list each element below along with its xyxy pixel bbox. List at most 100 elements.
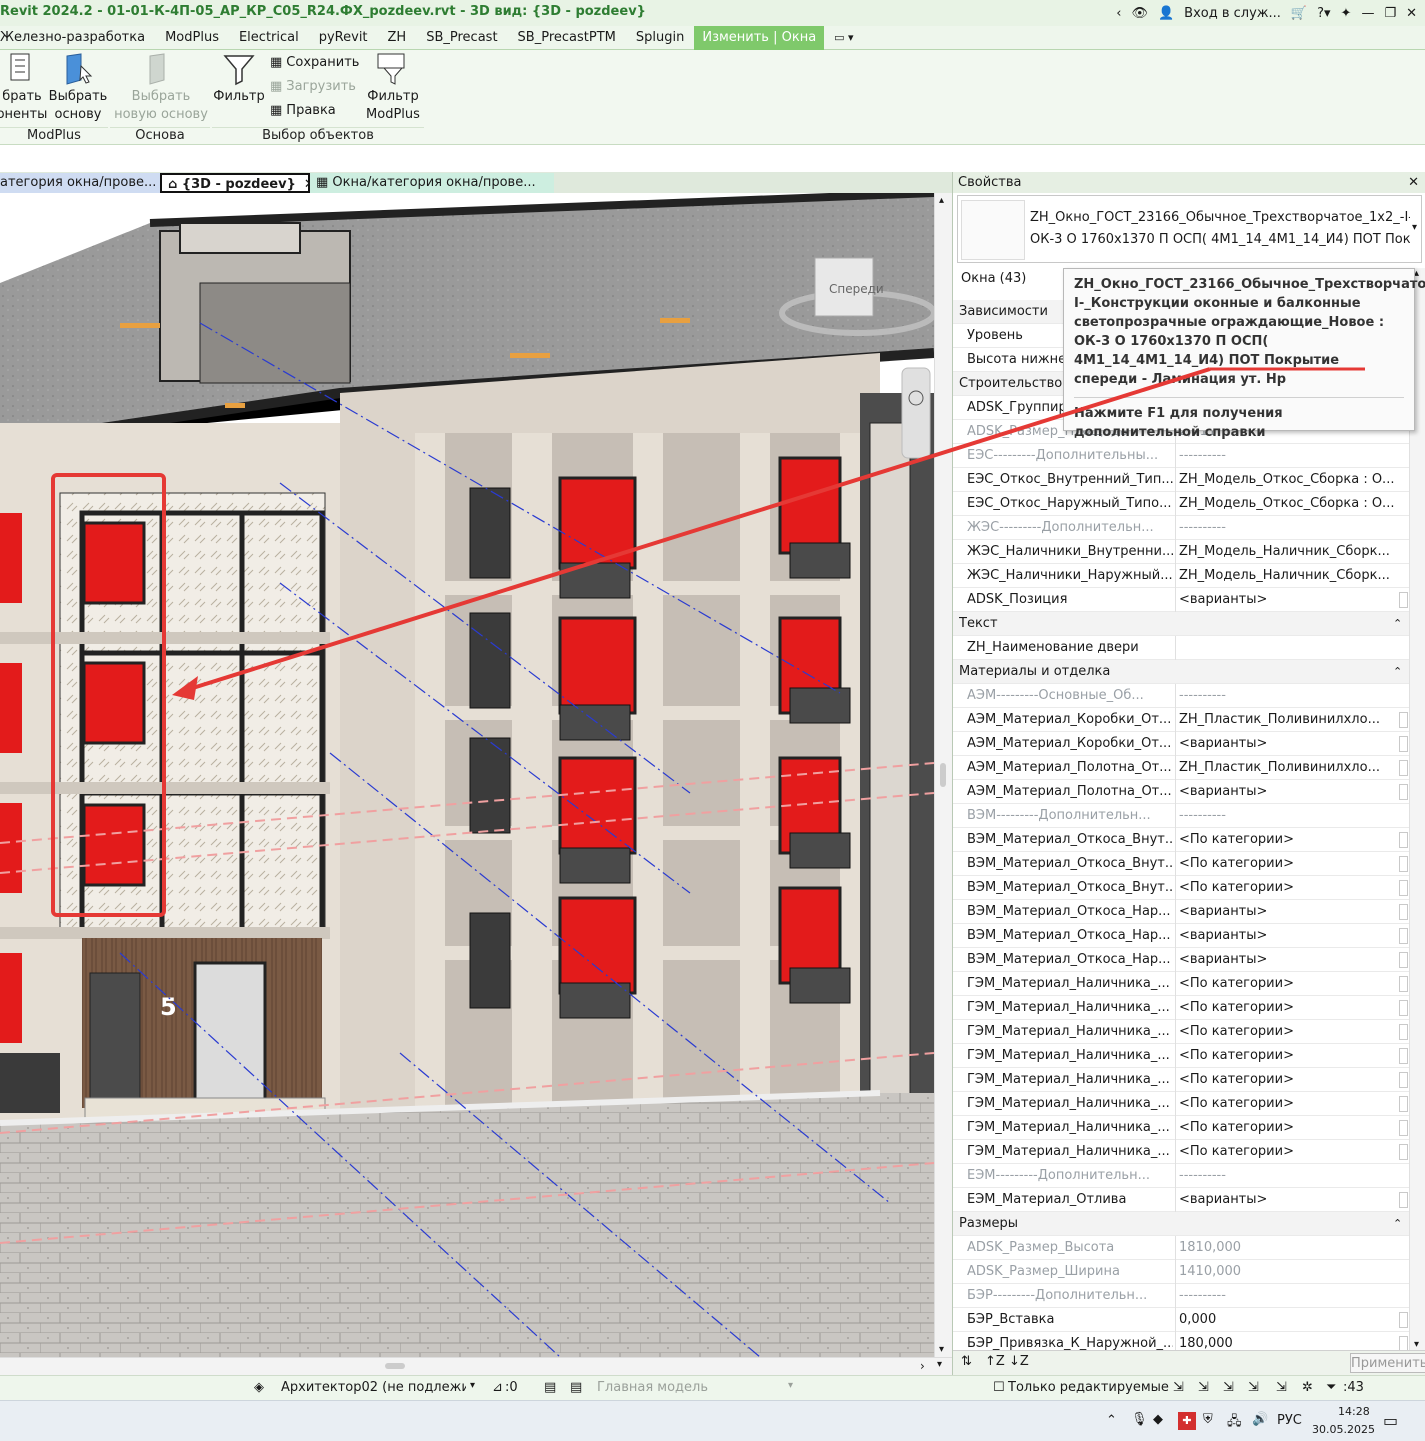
property-value[interactable]: <По категории> <box>1179 876 1399 900</box>
red-tray-icon[interactable]: ✚ <box>1178 1412 1196 1430</box>
edit-value-button[interactable] <box>1399 880 1408 896</box>
scroll-thumb-h[interactable] <box>385 1363 405 1369</box>
property-row[interactable]: ВЭМ_Материал_Откоса_Нар... <варианты> <box>953 948 1409 972</box>
select-pinned-icon[interactable]: ⇲ <box>1223 1380 1234 1395</box>
close-icon[interactable]: ✕ <box>1406 6 1417 21</box>
select-components-button[interactable]: брать оненты <box>0 52 50 124</box>
workset-dropdown-icon[interactable]: ▾ <box>470 1380 475 1391</box>
property-row[interactable]: ADSK_Позиция <варианты> <box>953 588 1409 612</box>
view-tab-schedule-1[interactable]: атегория окна/прове... <box>0 173 160 193</box>
property-group[interactable]: Размеры ⌃ <box>953 1212 1409 1236</box>
edit-value-button[interactable] <box>1399 952 1408 968</box>
edit-selection-button[interactable]: ▦ Правка <box>270 103 336 118</box>
edit-value-button[interactable] <box>1399 928 1408 944</box>
property-row[interactable]: АЭМ_Материал_Коробки_От... ZH_Пластик_Пол… <box>953 708 1409 732</box>
viewport-horizontal-scrollbar[interactable]: › ▾ <box>0 1357 952 1375</box>
type-selector[interactable]: ZH_Окно_ГОСТ_23166_Обычное_Трехстворчато… <box>957 195 1422 263</box>
property-row[interactable]: ZH_Наименование двери <box>953 636 1409 660</box>
property-value[interactable]: <варианты> <box>1179 900 1399 924</box>
property-row[interactable]: ЖЭС---------Дополнительн... ---------- <box>953 516 1409 540</box>
select-host-button[interactable]: Выбрать основу <box>48 52 108 124</box>
property-row[interactable]: ЕЭС---------Дополнительны... ---------- <box>953 444 1409 468</box>
sort-ascending-icon[interactable]: ↑Z <box>985 1354 1005 1369</box>
property-value[interactable]: ZH_Пластик_Поливинилхло... <box>1179 756 1399 780</box>
3d-viewport[interactable]: 5 Спереди <box>0 193 934 1357</box>
property-row[interactable]: ВЭМ_Материал_Откоса_Нар... <варианты> <box>953 900 1409 924</box>
design-options-icon[interactable]: ▤ <box>544 1380 556 1395</box>
property-group[interactable]: Текст ⌃ <box>953 612 1409 636</box>
property-row[interactable]: ЖЭС_Наличники_Внутренни... ZH_Модель_Нали… <box>953 540 1409 564</box>
minimize-icon[interactable]: — <box>1361 6 1374 21</box>
property-value[interactable]: ---------- <box>1179 804 1399 828</box>
volume-icon[interactable]: 🔊 <box>1252 1412 1268 1427</box>
property-value[interactable]: <По категории> <box>1179 1092 1399 1116</box>
navigation-bar[interactable] <box>901 367 931 459</box>
edit-value-button[interactable] <box>1399 1192 1408 1208</box>
binoculars-icon[interactable]: 👁 <box>1131 6 1148 21</box>
network-icon[interactable]: 🖧 <box>1227 1412 1242 1434</box>
model-dropdown-icon[interactable]: ▾ <box>788 1380 793 1391</box>
edit-value-button[interactable] <box>1399 1144 1408 1160</box>
load-selection-button[interactable]: ▦ Загрузить <box>270 79 356 94</box>
edit-value-button[interactable] <box>1399 592 1408 608</box>
property-row[interactable]: ВЭМ---------Дополнительн... ---------- <box>953 804 1409 828</box>
scroll-right-icon[interactable]: › <box>920 1359 925 1373</box>
language-indicator[interactable]: РУС <box>1277 1413 1302 1428</box>
select-underlay-icon[interactable]: ⇲ <box>1198 1380 1209 1395</box>
property-row[interactable]: ЕЭМ---------Дополнительн... ---------- <box>953 1164 1409 1188</box>
property-value[interactable]: <По категории> <box>1179 1116 1399 1140</box>
edit-value-button[interactable] <box>1399 856 1408 872</box>
tab-zh[interactable]: ZH <box>378 26 417 50</box>
only-editable-checkbox[interactable]: ☐ <box>993 1380 1005 1395</box>
scroll-down-corner-icon[interactable]: ▾ <box>937 1359 942 1370</box>
property-value[interactable]: <варианты> <box>1179 924 1399 948</box>
view-tab-schedule-2[interactable]: ▦ Окна/категория окна/прове... <box>310 173 554 193</box>
property-value[interactable]: ---------- <box>1179 684 1399 708</box>
cart-icon[interactable]: 🛒 <box>1291 6 1307 21</box>
close-panel-icon[interactable]: ✕ <box>1408 172 1419 193</box>
property-value[interactable]: <По категории> <box>1179 852 1399 876</box>
property-value[interactable]: <варианты> <box>1179 732 1399 756</box>
save-selection-button[interactable]: ▦ Сохранить <box>270 55 359 70</box>
help-icon[interactable]: ?▾ <box>1317 6 1330 21</box>
collapse-icon[interactable]: ⌃ <box>1393 660 1402 684</box>
edit-value-button[interactable] <box>1399 736 1408 752</box>
property-value[interactable]: <По категории> <box>1179 828 1399 852</box>
property-value[interactable]: ZH_Модель_Откос_Сборка : О... <box>1179 492 1399 516</box>
property-value[interactable]: ZH_Модель_Откос_Сборка : О... <box>1179 468 1399 492</box>
scroll-up-icon[interactable]: ▴ <box>939 195 944 206</box>
property-row[interactable]: БЭР---------Дополнительн... ---------- <box>953 1284 1409 1308</box>
property-row[interactable]: ВЭМ_Материал_Откоса_Внут... <По категории… <box>953 876 1409 900</box>
filter-status-icon[interactable]: ⏷ <box>1326 1380 1336 1395</box>
edit-value-button[interactable] <box>1399 832 1408 848</box>
edit-value-button[interactable] <box>1399 1000 1408 1016</box>
edit-value-button[interactable] <box>1399 904 1408 920</box>
workset-selector[interactable]: Архитектор02 (не подлежи <box>281 1380 466 1395</box>
property-row[interactable]: ГЭМ_Материал_Наличника_... <По категории> <box>953 1116 1409 1140</box>
property-row[interactable]: ГЭМ_Материал_Наличника_... <По категории> <box>953 1020 1409 1044</box>
sort-categorized-icon[interactable]: ⇅ <box>961 1354 972 1369</box>
property-row[interactable]: ВЭМ_Материал_Откоса_Нар... <варианты> <box>953 924 1409 948</box>
restore-icon[interactable]: ❐ <box>1384 6 1396 21</box>
security-icon[interactable]: ⛨ <box>1203 1412 1213 1427</box>
sort-descending-icon[interactable]: ↓Z <box>1009 1354 1029 1369</box>
property-value[interactable]: <По категории> <box>1179 1044 1399 1068</box>
property-row[interactable]: ГЭМ_Материал_Наличника_... <По категории> <box>953 996 1409 1020</box>
property-row[interactable]: ADSK_Размер_Ширина 1410,000 <box>953 1260 1409 1284</box>
select-links-icon[interactable]: ⇲ <box>1173 1380 1184 1395</box>
tab-pyrevit[interactable]: pyRevit <box>309 26 378 50</box>
editing-requests-icon[interactable]: ▤ <box>570 1380 582 1395</box>
property-row[interactable]: ГЭМ_Материал_Наличника_... <По категории> <box>953 1068 1409 1092</box>
edit-value-button[interactable] <box>1399 976 1408 992</box>
property-value[interactable]: ZH_Модель_Наличник_Сборк... <box>1179 564 1399 588</box>
property-value[interactable]: ZH_Модель_Наличник_Сборк... <box>1179 540 1399 564</box>
edit-value-button[interactable] <box>1399 760 1408 776</box>
edit-value-button[interactable] <box>1399 1096 1408 1112</box>
props-scroll-down-icon[interactable]: ▾ <box>1414 1339 1419 1350</box>
property-row[interactable]: ЕЭС_Откос_Наружный_Типо... ZH_Модель_Отко… <box>953 492 1409 516</box>
property-value[interactable]: <варианты> <box>1179 1188 1399 1212</box>
property-row[interactable]: АЭМ---------Основные_Об... ---------- <box>953 684 1409 708</box>
property-value[interactable]: <По категории> <box>1179 972 1399 996</box>
property-row[interactable]: ГЭМ_Материал_Наличника_... <По категории> <box>953 1092 1409 1116</box>
tab-electrical[interactable]: Electrical <box>229 26 309 50</box>
